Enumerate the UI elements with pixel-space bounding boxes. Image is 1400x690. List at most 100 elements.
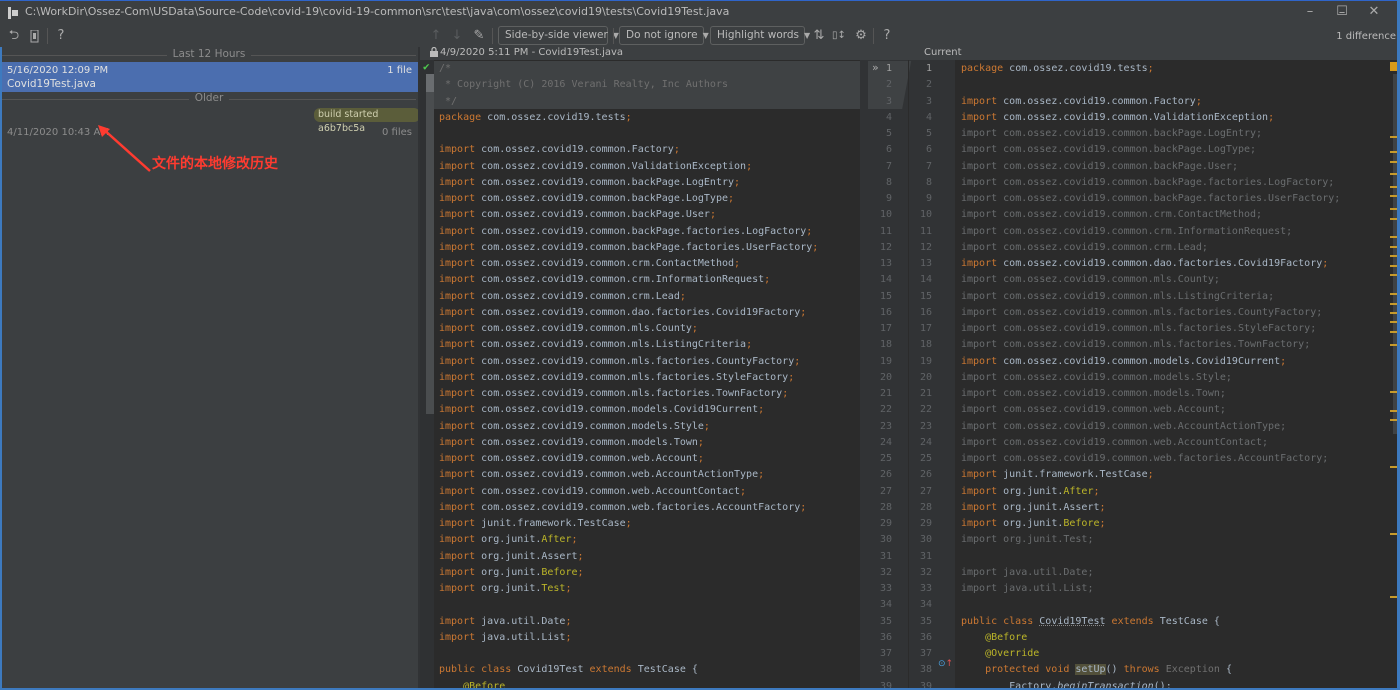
code-line[interactable]: import org.junit.Assert; <box>439 549 584 565</box>
code-line[interactable]: import com.ossez.covid19.common.Factory; <box>961 94 1202 110</box>
highlight-mode-select[interactable]: Highlight words ▼ <box>710 26 810 45</box>
code-line[interactable]: import junit.framework.TestCase; <box>961 467 1154 483</box>
code-line[interactable]: import com.ossez.covid19.common.web.fact… <box>961 451 1328 467</box>
code-token: ; <box>577 550 584 562</box>
ignore-whitespace-select[interactable]: Do not ignore ▼ <box>619 26 709 45</box>
revert-icon[interactable]: ⮌ <box>5 27 23 45</box>
code-line[interactable]: import junit.framework.TestCase; <box>439 516 632 532</box>
code-line[interactable]: import com.ossez.covid19.common.models.T… <box>439 435 704 451</box>
code-token: ; <box>1280 420 1287 432</box>
code-line[interactable]: import com.ossez.covid19.common.backPage… <box>961 126 1262 142</box>
old-line-number: 30 <box>879 534 892 546</box>
code-line[interactable]: import com.ossez.covid19.common.backPage… <box>439 224 812 240</box>
code-line[interactable]: import com.ossez.covid19.common.backPage… <box>961 159 1238 175</box>
code-line[interactable]: import com.ossez.covid19.common.models.T… <box>961 386 1226 402</box>
code-line[interactable]: import com.ossez.covid19.common.web.Acco… <box>961 402 1226 418</box>
code-token: import <box>961 485 1004 497</box>
settings-icon[interactable]: ⚙ <box>852 27 870 45</box>
code-line[interactable]: import org.junit.Test; <box>439 581 572 597</box>
code-line[interactable]: package com.ossez.covid19.tests; <box>439 110 632 126</box>
code-line[interactable]: * Copyright (C) 2016 Verani Realty, Inc … <box>439 77 728 93</box>
edit-source-icon[interactable]: ✎ <box>470 27 488 45</box>
code-line[interactable]: import java.util.List; <box>439 630 571 646</box>
viewer-mode-select[interactable]: Side-by-side viewer ▼ <box>498 26 619 45</box>
code-line[interactable]: import com.ossez.covid19.common.crm.Info… <box>961 224 1292 240</box>
left-editor-scrollbar-thumb[interactable] <box>426 74 434 92</box>
code-line[interactable]: import org.junit.After; <box>439 532 578 548</box>
code-line[interactable]: import com.ossez.covid19.common.mls.Coun… <box>961 272 1220 288</box>
code-line[interactable]: import com.ossez.covid19.common.mls.fact… <box>439 370 794 386</box>
code-line[interactable]: package com.ossez.covid19.tests; <box>961 61 1154 77</box>
code-token: ; <box>1256 209 1263 221</box>
code-line[interactable]: import com.ossez.covid19.common.models.C… <box>961 354 1286 370</box>
help-icon[interactable]: ? <box>52 27 70 45</box>
create-patch-icon[interactable] <box>26 27 44 45</box>
next-difference-icon[interactable]: ↓ <box>448 27 466 45</box>
code-line[interactable]: import com.ossez.covid19.common.mls.fact… <box>961 321 1316 337</box>
code-line[interactable]: import com.ossez.covid19.common.backPage… <box>961 175 1334 191</box>
code-line[interactable]: import com.ossez.covid19.common.web.Acco… <box>439 484 746 500</box>
code-line[interactable]: import java.util.Date; <box>961 565 1093 581</box>
code-line[interactable]: import com.ossez.covid19.common.models.S… <box>439 419 710 435</box>
code-line[interactable]: import com.ossez.covid19.common.crm.Lead… <box>961 240 1208 256</box>
left-editor-old-revision[interactable]: ✔ /* * Copyright (C) 2016 Verani Realty,… <box>420 60 868 690</box>
code-line[interactable]: */ <box>439 94 457 110</box>
code-line[interactable]: import com.ossez.covid19.common.backPage… <box>961 142 1256 158</box>
override-method-icon[interactable]: ⊙↑ <box>938 659 953 669</box>
code-line[interactable]: import com.ossez.covid19.common.backPage… <box>961 191 1340 207</box>
code-token: Before <box>1063 518 1100 529</box>
code-line[interactable]: public class Covid19Test extends TestCas… <box>961 614 1220 630</box>
code-line[interactable]: import com.ossez.covid19.common.crm.Cont… <box>961 207 1262 223</box>
code-token: com.ossez.covid19.common.mls.ListingCrit… <box>1003 290 1269 302</box>
left-editor-scrollbar[interactable] <box>426 74 434 414</box>
code-line[interactable]: import com.ossez.covid19.common.crm.Lead… <box>439 289 686 305</box>
code-line[interactable]: import org.junit.Assert; <box>961 500 1106 516</box>
code-line[interactable]: import com.ossez.covid19.common.backPage… <box>439 240 818 256</box>
code-line[interactable]: import com.ossez.covid19.common.web.Acco… <box>961 419 1286 435</box>
right-editor-current[interactable]: package com.ossez.covid19.tests; import c… <box>955 60 1400 690</box>
code-line[interactable]: import com.ossez.covid19.common.web.Acco… <box>961 435 1268 451</box>
code-line[interactable]: import com.ossez.covid19.common.web.fact… <box>439 500 806 516</box>
code-line[interactable]: import com.ossez.covid19.common.backPage… <box>439 191 734 207</box>
new-line-number: 3 <box>925 95 932 107</box>
code-line[interactable]: import com.ossez.covid19.common.mls.List… <box>961 289 1274 305</box>
previous-difference-icon[interactable]: ↑ <box>427 27 445 45</box>
code-line[interactable]: import com.ossez.covid19.common.mls.fact… <box>961 305 1322 321</box>
code-line[interactable]: import com.ossez.covid19.common.Validati… <box>439 159 752 175</box>
code-line[interactable]: import com.ossez.covid19.common.crm.Info… <box>439 272 770 288</box>
help-icon[interactable]: ? <box>878 27 896 45</box>
code-line[interactable]: import java.util.Date; <box>439 614 571 630</box>
code-line[interactable]: import org.junit.Before; <box>961 516 1106 532</box>
code-line[interactable]: protected void setUp() throws Exception … <box>961 662 1232 678</box>
code-line[interactable]: import com.ossez.covid19.common.dao.fact… <box>439 305 806 321</box>
close-button[interactable]: ✕ <box>1360 3 1388 21</box>
code-line[interactable]: import com.ossez.covid19.common.dao.fact… <box>961 256 1328 272</box>
code-line[interactable]: @Override <box>961 646 1039 662</box>
code-line[interactable]: import com.ossez.covid19.common.models.S… <box>961 370 1232 386</box>
code-line[interactable]: import com.ossez.covid19.common.mls.List… <box>439 337 752 353</box>
code-line[interactable]: /* <box>439 61 451 77</box>
code-line[interactable]: import com.ossez.covid19.common.Validati… <box>961 110 1274 126</box>
code-line[interactable]: import com.ossez.covid19.common.mls.fact… <box>439 386 788 402</box>
code-line[interactable]: import com.ossez.covid19.common.crm.Cont… <box>439 256 740 272</box>
sync-scroll-icon[interactable]: ▯↕ <box>830 27 848 45</box>
code-line[interactable]: import com.ossez.covid19.common.web.Acco… <box>439 451 704 467</box>
code-line[interactable]: import com.ossez.covid19.common.mls.fact… <box>439 354 800 370</box>
code-line[interactable]: import com.ossez.covid19.common.backPage… <box>439 175 740 191</box>
code-line[interactable]: import com.ossez.covid19.common.mls.Coun… <box>439 321 698 337</box>
code-line[interactable]: import com.ossez.covid19.common.Factory; <box>439 142 680 158</box>
code-line[interactable]: import com.ossez.covid19.common.web.Acco… <box>439 467 764 483</box>
code-line[interactable]: import org.junit.After; <box>961 484 1100 500</box>
maximize-button[interactable]: ☐ <box>1328 3 1356 21</box>
code-line[interactable]: import org.junit.Before; <box>439 565 584 581</box>
code-line[interactable]: import java.util.List; <box>961 581 1093 597</box>
collapse-unchanged-icon[interactable]: ⇅ <box>810 27 828 45</box>
code-line[interactable]: import com.ossez.covid19.common.mls.fact… <box>961 337 1310 353</box>
code-line[interactable]: public class Covid19Test extends TestCas… <box>439 662 698 678</box>
minimize-button[interactable]: – <box>1296 3 1324 21</box>
revision-item[interactable]: 4/11/2020 10:43 AM 0 files <box>2 47 418 147</box>
code-line[interactable]: import org.junit.Test; <box>961 532 1093 548</box>
code-line[interactable]: import com.ossez.covid19.common.models.C… <box>439 402 764 418</box>
code-line[interactable]: import com.ossez.covid19.common.backPage… <box>439 207 716 223</box>
code-line[interactable]: @Before <box>961 630 1027 646</box>
